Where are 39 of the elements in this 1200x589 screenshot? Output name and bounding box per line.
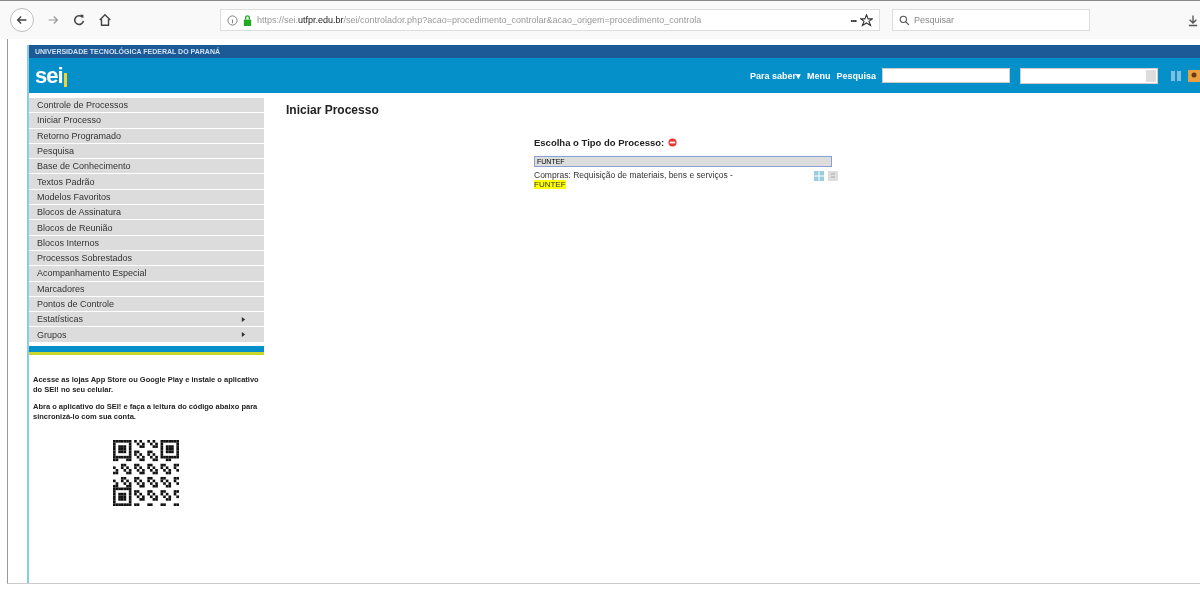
menu-item[interactable]: Acompanhamento Especial (29, 266, 264, 282)
unit-select[interactable] (1020, 67, 1158, 84)
sei-logo[interactable]: sei (35, 64, 67, 87)
header-link[interactable]: Para saber▾ (749, 70, 801, 81)
home-icon[interactable] (98, 13, 112, 27)
menu-item[interactable]: Textos Padrão (29, 174, 264, 190)
page-title: Iniciar Processo (286, 103, 380, 117)
address-bar[interactable]: https://sei.utfpr.edu.br/sei/controlador.php?acao=procedimento_controlar&acao_origem=procedimento_controla ••• (220, 9, 880, 31)
search-icon (899, 14, 910, 26)
user-icon[interactable] (1188, 69, 1200, 82)
search-field[interactable]: Pesquisar (892, 9, 1090, 31)
page-actions-icon[interactable]: ••• (850, 15, 856, 25)
menu-item[interactable]: Blocos de Assinatura (29, 205, 264, 221)
lock-icon (242, 14, 253, 26)
download-icon[interactable] (1188, 13, 1198, 27)
submenu-arrow-icon (241, 332, 246, 338)
back-arrow-icon (15, 13, 29, 27)
forward-icon[interactable] (46, 13, 60, 27)
help-icon[interactable] (668, 138, 678, 147)
header-link[interactable]: Menu (806, 70, 831, 81)
menu-item[interactable]: Base de Conhecimento (29, 159, 264, 175)
menu-item[interactable]: Blocos de Reunião (29, 220, 264, 236)
search-placeholder: Pesquisar (914, 15, 955, 25)
menu-item[interactable]: Controle de Processos (29, 98, 264, 114)
field-label: Escolha o Tipo do Processo: (534, 137, 665, 148)
submenu-arrow-icon (241, 316, 246, 322)
search-match: FUNTEF (534, 180, 566, 190)
reload-icon[interactable] (72, 13, 86, 27)
menu-item[interactable]: Iniciar Processo (29, 113, 264, 129)
star-icon[interactable] (860, 13, 873, 27)
menu-item[interactable]: Grupos (29, 327, 264, 343)
url-text: https://sei.utfpr.edu.br/sei/controlador.php?acao=procedimento_controlar&acao_origem=procedimento_controla (257, 15, 703, 25)
search-input[interactable] (882, 68, 1010, 83)
menu-item[interactable]: Estatísticas (29, 312, 264, 328)
info-icon (227, 14, 238, 26)
header-link[interactable]: Pesquisa (836, 70, 876, 81)
process-type-option[interactable]: Compras: Requisição de materiais, bens e serviços - (534, 170, 733, 180)
back-button[interactable] (10, 8, 34, 32)
qr-code-icon (113, 439, 179, 506)
